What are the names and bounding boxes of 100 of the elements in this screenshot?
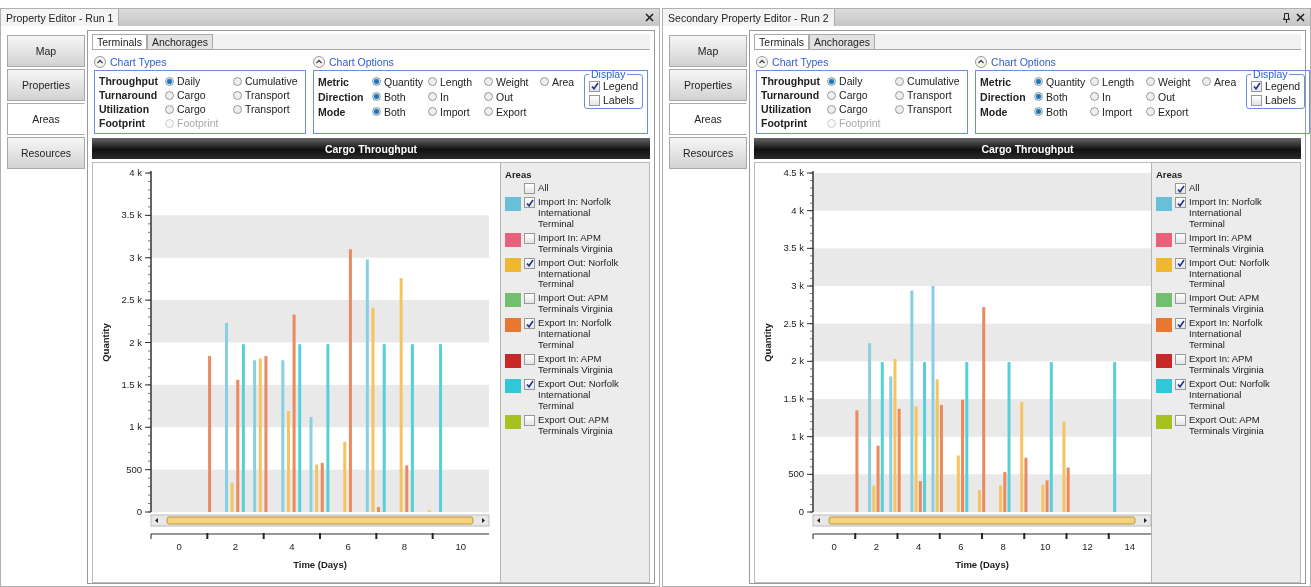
radio-button[interactable] bbox=[165, 76, 174, 86]
expander-header[interactable]: Chart Types bbox=[94, 55, 167, 69]
radio-option[interactable]: In bbox=[1090, 90, 1147, 103]
radio-option[interactable]: Area bbox=[540, 75, 578, 88]
legend-item[interactable]: All bbox=[505, 183, 646, 194]
checkbox-option[interactable]: Legend bbox=[589, 80, 639, 92]
radio-option[interactable]: Area bbox=[1202, 75, 1241, 88]
checkbox[interactable] bbox=[524, 183, 536, 194]
radio-button[interactable] bbox=[233, 104, 242, 114]
radio-button[interactable] bbox=[165, 104, 174, 114]
radio-option[interactable]: Out bbox=[1146, 90, 1203, 103]
checkbox[interactable] bbox=[1175, 257, 1186, 269]
close-icon[interactable] bbox=[645, 13, 655, 22]
checkbox[interactable] bbox=[589, 80, 600, 92]
radio-button[interactable] bbox=[484, 92, 493, 101]
radio-button[interactable] bbox=[827, 76, 837, 86]
radio-button[interactable] bbox=[1090, 77, 1100, 86]
radio-button[interactable] bbox=[233, 90, 242, 100]
radio-button[interactable] bbox=[372, 92, 381, 101]
radio-button[interactable] bbox=[428, 77, 437, 86]
radio-button[interactable] bbox=[1146, 107, 1156, 116]
expander-header[interactable]: Chart Types bbox=[756, 55, 829, 69]
checkbox[interactable] bbox=[1175, 293, 1186, 305]
radio-option[interactable]: Both bbox=[372, 90, 428, 103]
radio-option[interactable]: Cumulative bbox=[895, 75, 964, 87]
collapse-icon[interactable] bbox=[756, 56, 769, 68]
radio-button[interactable] bbox=[895, 76, 905, 86]
radio-button[interactable] bbox=[895, 90, 905, 100]
checkbox[interactable] bbox=[1175, 183, 1186, 194]
radio-option[interactable]: Export bbox=[484, 105, 540, 118]
tab[interactable]: Terminals bbox=[754, 34, 809, 49]
nav-tab[interactable]: Resources bbox=[7, 137, 85, 169]
nav-tab[interactable]: Resources bbox=[669, 137, 748, 169]
radio-option[interactable]: Quantity bbox=[1034, 75, 1091, 88]
checkbox[interactable] bbox=[1175, 197, 1186, 208]
radio-button[interactable] bbox=[428, 92, 437, 101]
expander-header[interactable]: Chart Options bbox=[975, 55, 1056, 69]
expander-header[interactable]: Chart Options bbox=[313, 55, 394, 69]
radio-button[interactable] bbox=[1034, 77, 1044, 86]
radio-button[interactable] bbox=[540, 77, 549, 86]
checkbox[interactable] bbox=[524, 232, 536, 244]
radio-button[interactable] bbox=[1090, 107, 1100, 116]
collapse-icon[interactable] bbox=[313, 56, 325, 68]
radio-button[interactable] bbox=[1034, 107, 1044, 116]
checkbox[interactable] bbox=[1251, 80, 1263, 92]
radio-button[interactable] bbox=[1090, 92, 1100, 101]
checkbox[interactable] bbox=[1175, 232, 1186, 244]
nav-tab[interactable]: Properties bbox=[7, 69, 85, 101]
checkbox[interactable] bbox=[1175, 318, 1186, 330]
radio-button[interactable] bbox=[233, 76, 242, 86]
radio-option[interactable]: Cargo bbox=[827, 103, 896, 115]
radio-button[interactable] bbox=[1202, 77, 1212, 86]
checkbox[interactable] bbox=[1175, 414, 1186, 426]
radio-button[interactable] bbox=[1146, 77, 1156, 86]
nav-tab[interactable]: Areas bbox=[7, 103, 85, 135]
radio-option[interactable]: Import bbox=[1090, 105, 1147, 118]
checkbox[interactable] bbox=[524, 318, 536, 330]
tab[interactable]: Anchorages bbox=[809, 34, 876, 49]
tab[interactable]: Terminals bbox=[92, 34, 147, 49]
tab[interactable]: Anchorages bbox=[146, 34, 213, 49]
checkbox[interactable] bbox=[524, 378, 536, 390]
collapse-icon[interactable] bbox=[975, 56, 988, 68]
checkbox[interactable] bbox=[1251, 94, 1263, 106]
radio-option[interactable]: Transport bbox=[233, 89, 301, 101]
radio-option[interactable]: Cumulative bbox=[233, 75, 301, 87]
radio-option[interactable]: Weight bbox=[1146, 75, 1203, 88]
radio-option[interactable]: Cargo bbox=[165, 103, 233, 115]
radio-option[interactable]: In bbox=[428, 90, 484, 103]
radio-option[interactable]: Daily bbox=[165, 75, 233, 87]
radio-option[interactable]: Daily bbox=[827, 75, 896, 87]
radio-button[interactable] bbox=[895, 104, 905, 114]
close-icon[interactable] bbox=[1296, 13, 1305, 22]
nav-tab[interactable]: Properties bbox=[669, 69, 748, 101]
radio-option[interactable]: Quantity bbox=[372, 75, 428, 88]
collapse-icon[interactable] bbox=[94, 56, 106, 68]
checkbox[interactable] bbox=[524, 414, 536, 426]
radio-option[interactable]: Import bbox=[428, 105, 484, 118]
checkbox-option[interactable]: Labels bbox=[589, 94, 639, 106]
legend-item[interactable]: All bbox=[1156, 183, 1296, 194]
scrollbar[interactable] bbox=[812, 514, 1151, 527]
radio-button[interactable] bbox=[165, 90, 174, 100]
radio-button[interactable] bbox=[827, 90, 837, 100]
radio-option[interactable]: Length bbox=[1090, 75, 1147, 88]
scrollbar[interactable] bbox=[150, 514, 490, 527]
radio-button[interactable] bbox=[827, 104, 837, 114]
radio-option[interactable]: Weight bbox=[484, 75, 540, 88]
radio-option[interactable]: Transport bbox=[895, 89, 964, 101]
checkbox[interactable] bbox=[524, 293, 536, 305]
radio-option[interactable]: Both bbox=[1034, 90, 1091, 103]
radio-option[interactable]: Cargo bbox=[827, 89, 896, 101]
checkbox[interactable] bbox=[524, 354, 536, 365]
checkbox-option[interactable]: Legend bbox=[1251, 80, 1301, 92]
nav-tab[interactable]: Map bbox=[669, 35, 748, 67]
checkbox-option[interactable]: Labels bbox=[1251, 94, 1301, 106]
radio-button[interactable] bbox=[484, 107, 493, 116]
checkbox[interactable] bbox=[1175, 378, 1186, 390]
radio-button[interactable] bbox=[1146, 92, 1156, 101]
nav-tab[interactable]: Areas bbox=[669, 103, 748, 135]
radio-option[interactable]: Both bbox=[1034, 105, 1091, 118]
checkbox[interactable] bbox=[589, 94, 600, 106]
